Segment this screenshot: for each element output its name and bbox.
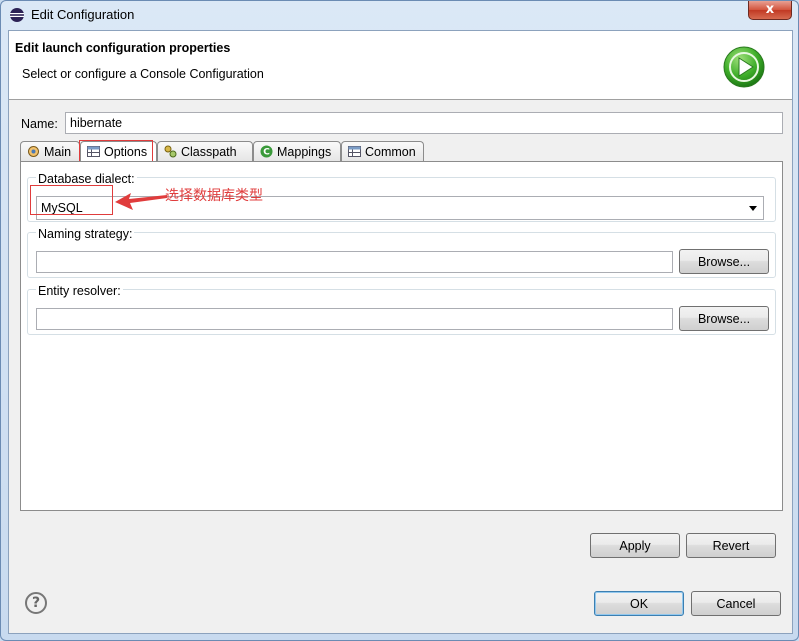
name-input[interactable] xyxy=(65,112,783,134)
table-icon xyxy=(348,146,361,157)
options-tab-highlight xyxy=(79,140,153,163)
dialect-label: Database dialect: xyxy=(36,172,137,186)
header-subtitle: Select or configure a Console Configurat… xyxy=(22,67,264,81)
help-icon[interactable]: ? xyxy=(25,592,47,614)
svg-text:C: C xyxy=(263,148,270,158)
options-panel: Database dialect: MySQL Naming strategy:… xyxy=(20,161,783,511)
close-icon: x xyxy=(765,2,775,17)
dialog-window: Edit Configuration x Edit launch configu… xyxy=(0,0,799,641)
ok-button[interactable]: OK xyxy=(594,591,684,616)
tab-classpath[interactable]: Classpath xyxy=(157,141,253,162)
dialect-highlight xyxy=(30,185,113,215)
name-label: Name: xyxy=(21,117,58,131)
resolver-group: Entity resolver: Browse... xyxy=(27,284,776,335)
tab-mappings[interactable]: C Mappings xyxy=(253,141,341,162)
resolver-label: Entity resolver: xyxy=(36,284,123,298)
annotation-arrow-icon xyxy=(115,193,167,210)
naming-label: Naming strategy: xyxy=(36,227,135,241)
entity-resolver-input[interactable] xyxy=(36,308,673,330)
mappings-icon: C xyxy=(260,145,273,158)
main-tab-icon xyxy=(28,146,39,157)
tab-label: Main xyxy=(44,145,72,159)
tab-label: Mappings xyxy=(277,145,332,159)
close-button[interactable]: x xyxy=(748,1,792,20)
eclipse-icon xyxy=(10,8,24,22)
apply-button[interactable]: Apply xyxy=(590,533,680,558)
tab-main[interactable]: Main xyxy=(20,141,80,162)
resolver-browse-button[interactable]: Browse... xyxy=(679,306,769,331)
classpath-icon xyxy=(164,145,177,158)
run-icon xyxy=(723,46,765,88)
naming-group: Naming strategy: Browse... xyxy=(27,227,776,278)
header-title: Edit launch configuration properties xyxy=(15,41,231,55)
dialog-header: Edit launch configuration properties Sel… xyxy=(9,31,792,100)
naming-browse-button[interactable]: Browse... xyxy=(679,249,769,274)
tab-label: Common xyxy=(365,145,416,159)
window-title: Edit Configuration xyxy=(31,7,135,22)
revert-button[interactable]: Revert xyxy=(686,533,776,558)
chevron-down-icon[interactable] xyxy=(749,206,757,211)
tab-common[interactable]: Common xyxy=(341,141,424,162)
annotation-text: 选择数据库类型 xyxy=(165,188,263,204)
dialog-body: Edit launch configuration properties Sel… xyxy=(8,30,793,634)
title-bar[interactable]: Edit Configuration x xyxy=(1,1,798,29)
cancel-button[interactable]: Cancel xyxy=(691,591,781,616)
naming-strategy-input[interactable] xyxy=(36,251,673,273)
tab-label: Classpath xyxy=(181,145,237,159)
